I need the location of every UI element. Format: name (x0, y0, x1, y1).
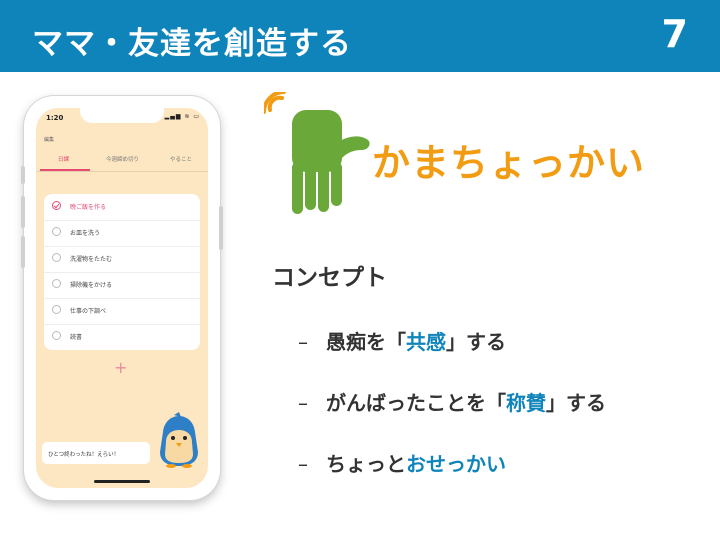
task-label: 洗濯物をたたむ (70, 256, 113, 263)
concept-bullet: – ちょっとおせっかい (298, 448, 506, 477)
checked-circle-icon[interactable] (52, 201, 61, 210)
phone-mockup: 1:20 ▂▄▆ ≋ ▭ 編集 日課 今週締め切り やること 晩ご飯を作る お皿… (21, 96, 223, 500)
bullet-dash: – (298, 452, 308, 476)
add-task-button[interactable]: + (114, 360, 127, 376)
header-bar: ママ・友達を創造する 7 (0, 0, 720, 72)
phone-power-button (219, 206, 223, 250)
phone-volume-up (21, 196, 25, 228)
bullet-text: がんばったことを「 (326, 391, 506, 415)
tab-bar: 日課 今週締め切り やること (36, 152, 208, 170)
task-row[interactable]: お皿を洗う (44, 220, 200, 247)
bullet-dash: – (298, 391, 308, 415)
hand-logo-icon (264, 92, 370, 214)
logo-text: かまちょっかい (372, 141, 646, 185)
bullet-highlight: おせっかい (406, 452, 506, 476)
concept-bullet: – 愚痴を「共感」する (298, 326, 506, 355)
task-row[interactable]: 晩ご飯を作る (44, 194, 200, 221)
bullet-text: 」する (446, 330, 506, 354)
unchecked-circle-icon[interactable] (52, 227, 61, 236)
status-icons: ▂▄▆ ≋ ▭ (164, 113, 200, 120)
home-indicator (94, 480, 150, 483)
unchecked-circle-icon[interactable] (52, 279, 61, 288)
task-label: お皿を洗う (70, 230, 101, 237)
task-label: 晩ご飯を作る (70, 204, 107, 211)
bullet-text: ちょっと (326, 452, 406, 476)
unchecked-circle-icon[interactable] (52, 305, 61, 314)
page-number: 7 (661, 12, 688, 56)
tab-divider (36, 171, 208, 172)
tab-this-week[interactable]: 今週締め切り (106, 155, 139, 163)
concept-title: コンセプト (272, 265, 387, 291)
status-time: 1:20 (46, 114, 64, 122)
task-row[interactable]: 洗濯物をたたむ (44, 246, 200, 273)
tab-daily[interactable]: 日課 (58, 155, 69, 163)
bullet-text: 」する (546, 391, 606, 415)
phone-screen: 1:20 ▂▄▆ ≋ ▭ 編集 日課 今週締め切り やること 晩ご飯を作る お皿… (36, 108, 208, 488)
speech-text: ひとつ終わったね！えらい！ (48, 452, 120, 458)
tab-todo[interactable]: やること (170, 155, 192, 163)
bullet-text: 愚痴を「 (326, 330, 406, 354)
phone-notch (80, 108, 164, 123)
speech-bubble: ひとつ終わったね！えらい！ (42, 442, 150, 464)
task-row[interactable]: 仕事の下調べ (44, 298, 200, 325)
bullet-highlight: 共感 (406, 330, 446, 354)
task-row[interactable]: 読書 (44, 324, 200, 350)
unchecked-circle-icon[interactable] (52, 331, 61, 340)
bullet-dash: – (298, 330, 308, 354)
slide-title: ママ・友達を創造する (32, 26, 352, 62)
task-label: 掃除機をかける (70, 282, 113, 289)
bullet-highlight: 称賛 (506, 391, 546, 415)
edit-button[interactable]: 編集 (44, 136, 54, 143)
task-label: 仕事の下調べ (70, 308, 107, 315)
penguin-mascot-icon (160, 412, 198, 468)
concept-bullet: – がんばったことを「称賛」する (298, 387, 606, 416)
task-label: 読書 (70, 334, 83, 341)
phone-side-button (21, 166, 25, 184)
task-list: 晩ご飯を作る お皿を洗う 洗濯物をたたむ 掃除機をかける 仕事の下調べ 読書 (44, 194, 200, 350)
phone-volume-down (21, 236, 25, 268)
unchecked-circle-icon[interactable] (52, 253, 61, 262)
task-row[interactable]: 掃除機をかける (44, 272, 200, 299)
